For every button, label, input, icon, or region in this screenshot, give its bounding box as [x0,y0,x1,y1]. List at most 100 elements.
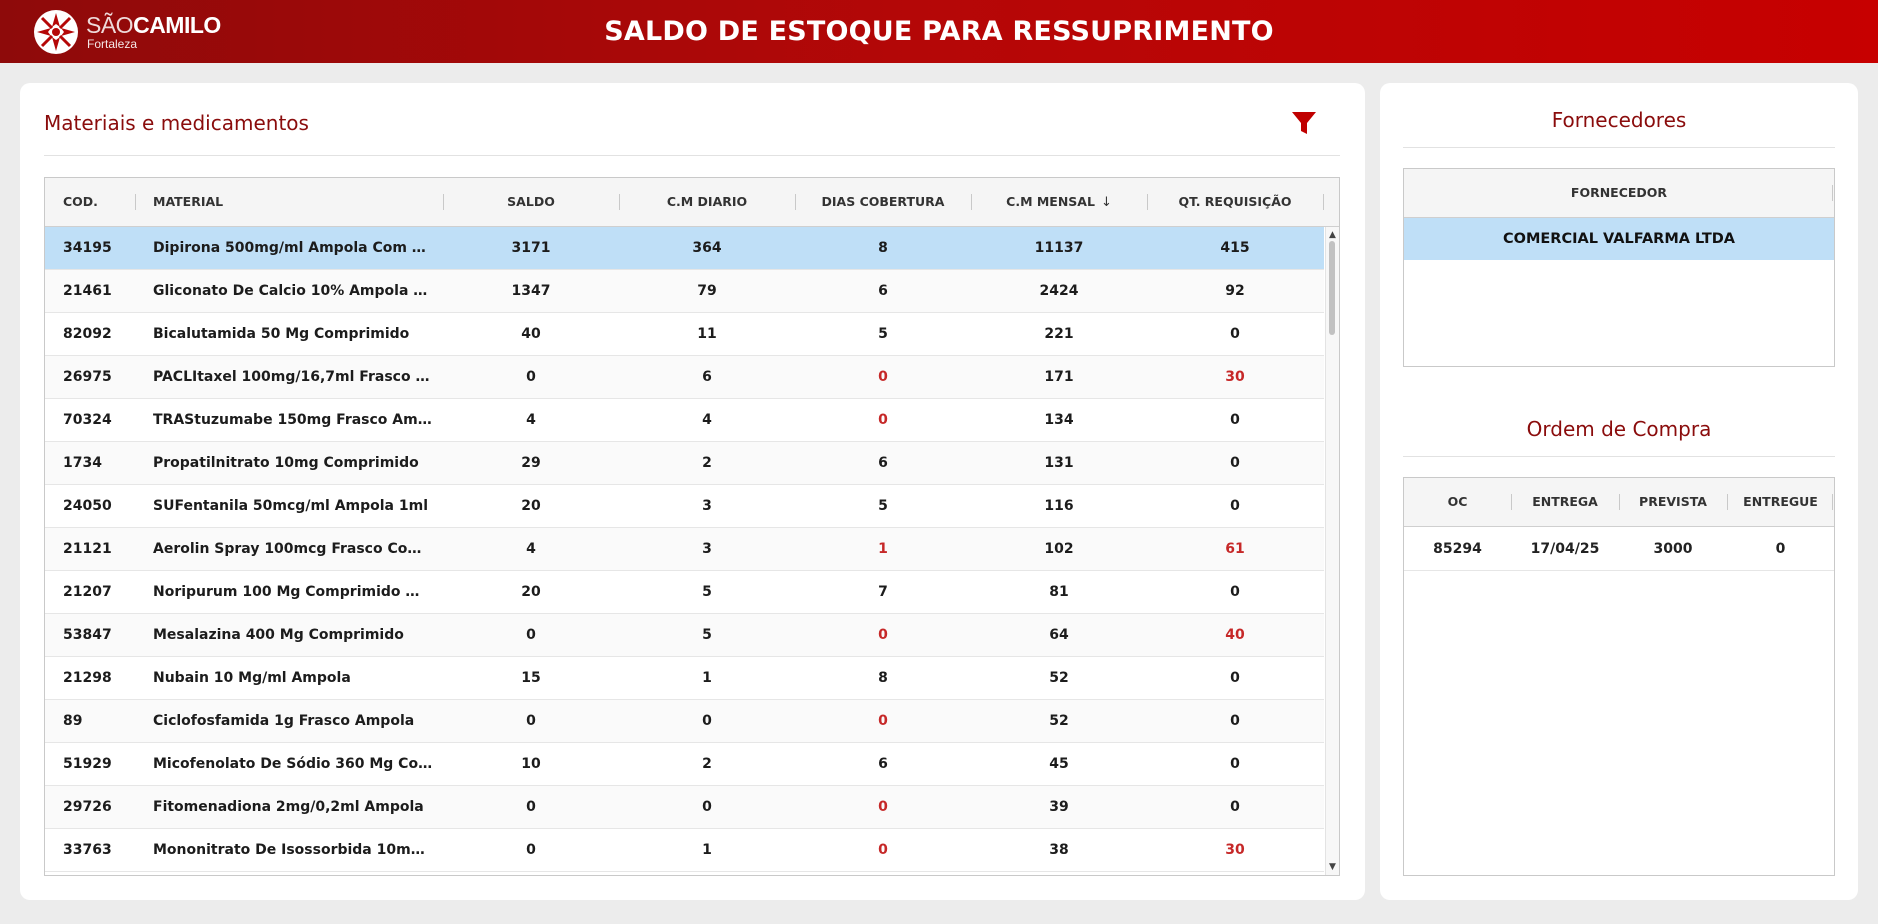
cell-cm-mensal: 2424 [1039,283,1079,299]
cell-cod: 29726 [63,799,112,815]
cell-dias-cobertura: 1 [878,541,888,557]
materials-divider [44,155,1340,156]
cell-cod: 51929 [63,756,112,772]
col-header-prevista[interactable]: PREVISTA [1619,478,1727,526]
orders-title: Ordem de Compra [1526,417,1712,441]
filter-icon[interactable] [1291,110,1317,136]
cell-cod: 21121 [63,541,112,557]
order-entrega: 17/04/25 [1530,541,1600,557]
cell-qt-requisicao: 415 [1220,240,1250,256]
col-header-dias-cobertura[interactable]: DIAS COBERTURA [795,178,971,226]
suppliers-divider [1403,147,1835,148]
supplier-row[interactable]: COMERCIAL VALFARMA LTDA [1404,218,1834,260]
cell-saldo: 3171 [511,240,551,256]
cell-dias-cobertura: 8 [878,240,888,256]
scrollbar-thumb[interactable] [1329,241,1335,335]
top-bar: SÃOCAMILO Fortaleza SALDO DE ESTOQUE PAR… [0,0,1878,63]
table-row[interactable]: 21461 Gliconato De Calcio 10% Ampola Com … [45,270,1324,313]
table-row[interactable]: 21207 Noripurum 100 Mg Comprimido mastiga… [45,571,1324,614]
cell-cod: 24050 [63,498,112,514]
col-separator[interactable] [1323,194,1324,210]
table-row[interactable]: 29726 Fitomenadiona 2mg/0,2ml Ampola 0 0 0 39… [45,786,1324,829]
cell-cm-mensal: 116 [1044,498,1074,514]
col-header-material[interactable]: MATERIAL [153,178,223,226]
cell-cod: 1734 [63,455,102,471]
table-row[interactable]: 21298 Nubain 10 Mg/ml Ampola 15 1 8 52 0 [45,657,1324,700]
cell-cm-diario: 5 [702,627,712,643]
cell-saldo: 40 [521,326,541,342]
cell-cm-diario: 3 [702,541,712,557]
table-row[interactable]: 89 Ciclofosfamida 1g Frasco Ampola 0 0 0 52 0 [45,700,1324,743]
cell-cm-diario: 364 [692,240,722,256]
col-header-cm-diario[interactable]: C.M DIARIO [619,178,795,226]
table-row[interactable]: 33763 Mononitrato De Isossorbida 10mg/ml … [45,829,1324,872]
suppliers-grid: FORNECEDOR COMERCIAL VALFARMA LTDA [1403,168,1835,367]
col-header-entrega[interactable]: ENTREGA [1511,478,1619,526]
cell-material: Dipirona 500mg/ml Ampola Com 2ml [153,240,433,256]
col-header-oc[interactable]: OC [1404,478,1511,526]
cell-cm-mensal: 81 [1049,584,1069,600]
col-separator[interactable] [1832,185,1833,201]
cell-material: Bicalutamida 50 Mg Comprimido [153,326,410,342]
cell-cm-mensal: 134 [1044,412,1074,428]
order-oc: 85294 [1433,541,1482,557]
cell-dias-cobertura: 8 [878,670,888,686]
cell-material: Nubain 10 Mg/ml Ampola [153,670,351,686]
table-row[interactable]: 26975 PACLItaxel 100mg/16,7ml Frasco Ampo… [45,356,1324,399]
cell-material: Gliconato De Calcio 10% Ampola Com 10ml [153,283,433,299]
cell-qt-requisicao: 40 [1225,627,1245,643]
table-row[interactable]: 53847 Mesalazina 400 Mg Comprimido 0 5 0 64 40 [45,614,1324,657]
cell-qt-requisicao: 0 [1230,756,1240,772]
col-header-saldo[interactable]: SALDO [443,178,619,226]
table-row[interactable]: 70324 TRAStuzumabe 150mg Frasco Ampola 4 4 0… [45,399,1324,442]
cell-cod: 70324 [63,412,112,428]
col-header-cm-mensal[interactable]: C.M MENSAL ↓ [971,178,1147,226]
cell-qt-requisicao: 0 [1230,584,1240,600]
cell-cm-mensal: 38 [1049,842,1069,858]
table-row[interactable]: 34195 Dipirona 500mg/ml Ampola Com 2ml 317… [45,227,1324,270]
cell-qt-requisicao: 0 [1230,670,1240,686]
cell-material: TRAStuzumabe 150mg Frasco Ampola [153,412,433,428]
cell-saldo: 20 [521,584,541,600]
table-row[interactable]: 51929 Micofenolato De Sódio 360 Mg Compri… [45,743,1324,786]
scroll-down-icon[interactable]: ▼ [1326,861,1339,873]
cell-dias-cobertura: 6 [878,756,888,772]
order-row[interactable]: 85294 17/04/25 3000 0 [1404,527,1834,571]
table-row[interactable]: 21121 Aerolin Spray 100mcg Frasco Com 200… [45,528,1324,571]
table-row[interactable]: 82092 Bicalutamida 50 Mg Comprimido 40 11 5 2… [45,313,1324,356]
cell-cm-diario: 11 [697,326,717,342]
col-header-entregue[interactable]: ENTREGUE [1727,478,1834,526]
cell-material: Ciclofosfamida 1g Frasco Ampola [153,713,415,729]
cell-cm-mensal: 52 [1049,713,1069,729]
cell-qt-requisicao: 0 [1230,412,1240,428]
cell-dias-cobertura: 0 [878,842,888,858]
cell-qt-requisicao: 30 [1225,369,1245,385]
cell-cm-diario: 3 [702,498,712,514]
scroll-up-icon[interactable]: ▲ [1326,229,1339,241]
col-header-cm-mensal-label: C.M MENSAL [1006,194,1095,209]
col-header-cod[interactable]: COD. [63,178,98,226]
vertical-scrollbar[interactable]: ▲ ▼ [1325,227,1339,875]
cell-cm-mensal: 45 [1049,756,1069,772]
cell-saldo: 15 [521,670,541,686]
cell-cm-mensal: 52 [1049,670,1069,686]
cell-material: Aerolin Spray 100mcg Frasco Com 200 Dose… [153,541,433,557]
cell-qt-requisicao: 0 [1230,326,1240,342]
sort-descending-icon[interactable]: ↓ [1101,195,1112,210]
page-title: SALDO DE ESTOQUE PARA RESSUPRIMENTO [604,16,1274,47]
table-row[interactable]: 24050 SUFentanila 50mcg/ml Ampola 1ml 20 3 5… [45,485,1324,528]
cell-cod: 21207 [63,584,112,600]
cell-qt-requisicao: 92 [1225,283,1245,299]
cell-material: Noripurum 100 Mg Comprimido mastigavel [153,584,433,600]
cell-material: Fitomenadiona 2mg/0,2ml Ampola [153,799,424,815]
col-separator[interactable] [135,194,136,210]
cell-cm-diario: 4 [702,412,712,428]
col-header-fornecedor[interactable]: FORNECEDOR [1404,169,1834,217]
col-header-qt-requisicao[interactable]: QT. REQUISIÇÃO [1147,178,1323,226]
table-row[interactable]: 1734 Propatilnitrato 10mg Comprimido 29 2 6 1… [45,442,1324,485]
cell-dias-cobertura: 0 [878,627,888,643]
cell-qt-requisicao: 30 [1225,842,1245,858]
cell-cm-mensal: 102 [1044,541,1074,557]
cell-saldo: 0 [526,713,536,729]
col-separator[interactable] [1832,494,1833,510]
